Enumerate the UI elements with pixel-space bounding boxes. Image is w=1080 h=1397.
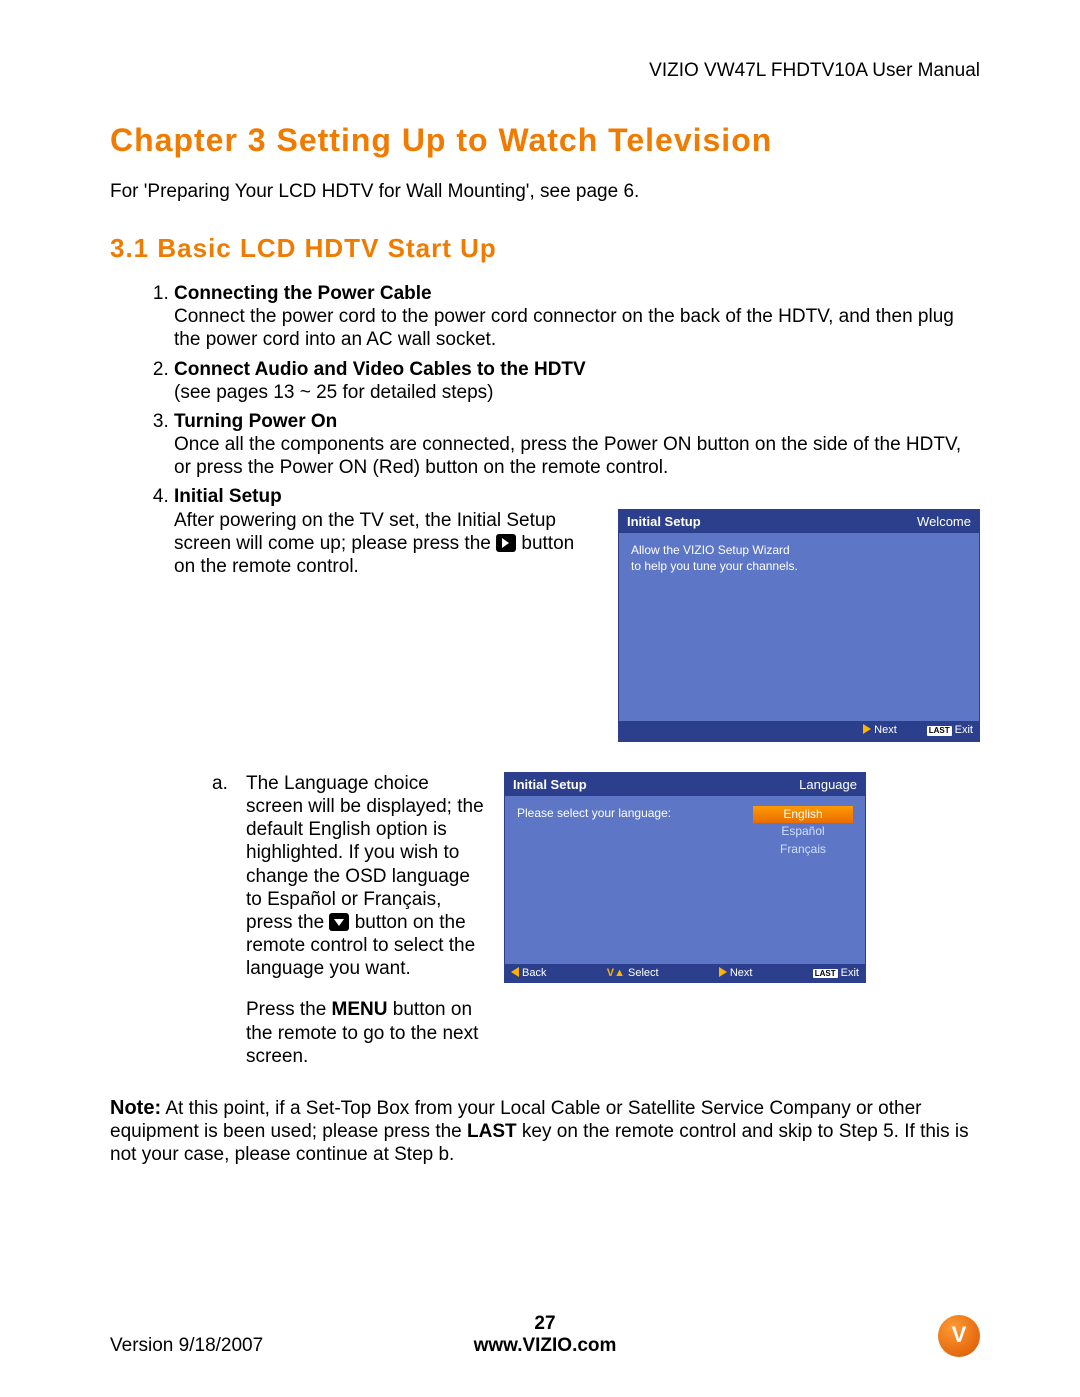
osd-language-title: Initial Setup — [513, 777, 587, 792]
down-arrow-icon — [329, 913, 349, 931]
step-2-title: Connect Audio and Video Cables to the HD… — [174, 359, 586, 380]
substep-a-label: a. — [212, 772, 228, 795]
osd-next-button[interactable]: Next — [863, 724, 897, 737]
osd-language-header: Initial Setup Language — [505, 773, 865, 796]
step-1-title: Connecting the Power Cable — [174, 283, 432, 304]
osd-exit-button[interactable]: LASTExit — [927, 724, 973, 737]
select-icon: V▲ — [607, 967, 625, 979]
step-3-title: Turning Power On — [174, 411, 337, 432]
osd-next-label-2: Next — [730, 967, 753, 979]
step-1: Connecting the Power Cable Connect the p… — [174, 282, 980, 352]
language-option-francais[interactable]: Français — [753, 841, 853, 859]
substep-a-p2a: Press the — [246, 999, 332, 1020]
osd-next-label: Next — [874, 724, 897, 736]
osd-exit-label-2: Exit — [841, 967, 859, 979]
last-key-label: LAST — [467, 1121, 517, 1142]
substep-a-p1a: The Language choice screen will be displ… — [246, 773, 484, 933]
note-paragraph: Note: At this point, if a Set-Top Box fr… — [110, 1096, 980, 1167]
step-2-body: (see pages 13 ~ 25 for detailed steps) — [174, 382, 494, 403]
osd-select-label: Select — [628, 967, 659, 979]
step-3: Turning Power On Once all the components… — [174, 410, 980, 480]
menu-key-label: MENU — [332, 999, 388, 1020]
osd-back-label: Back — [522, 967, 546, 979]
section-title: 3.1 Basic LCD HDTV Start Up — [110, 233, 980, 264]
language-option-english[interactable]: English — [753, 806, 853, 824]
last-badge-icon-2: LAST — [813, 969, 838, 978]
back-icon — [511, 967, 519, 977]
osd-welcome-title: Initial Setup — [627, 514, 701, 530]
osd-exit-label: Exit — [955, 724, 973, 736]
osd-back-button[interactable]: Back — [511, 967, 546, 979]
vizio-logo-icon — [938, 1315, 980, 1357]
osd-language-body: Please select your language: English Esp… — [505, 796, 865, 964]
note-label: Note: — [110, 1097, 161, 1119]
step-3-body: Once all the components are connected, p… — [174, 434, 961, 478]
osd-welcome-screen: Initial Setup Welcome Allow the VIZIO Se… — [618, 509, 980, 742]
osd-language-right: Language — [799, 777, 857, 792]
last-badge-icon: LAST — [927, 726, 952, 736]
osd-language-options: English Español Français — [753, 806, 853, 956]
osd-language-footer: Back V▲Select Next LASTExit — [505, 964, 865, 982]
osd-welcome-line2: to help you tune your channels. — [631, 559, 967, 575]
osd-language-screen: Initial Setup Language Please select you… — [504, 772, 866, 983]
footer-page: 27 — [534, 1313, 555, 1334]
language-option-espanol[interactable]: Español — [753, 823, 853, 841]
osd-welcome-right: Welcome — [917, 514, 971, 530]
page-footer: Version 9/18/2007 27 www.VIZIO.com — [110, 1315, 980, 1357]
play-icon-2 — [719, 967, 727, 977]
manual-page: VIZIO VW47L FHDTV10A User Manual Chapter… — [0, 0, 1080, 1397]
osd-language-prompt: Please select your language: — [517, 806, 743, 956]
footer-center: 27 www.VIZIO.com — [110, 1313, 980, 1357]
chapter-title: Chapter 3 Setting Up to Watch Television — [110, 122, 980, 159]
osd-welcome-line1: Allow the VIZIO Setup Wizard — [631, 543, 967, 559]
play-right-icon — [496, 534, 516, 552]
substep-a-row: a. The Language choice screen will be di… — [110, 772, 980, 1068]
step-1-body: Connect the power cord to the power cord… — [174, 306, 954, 350]
osd-welcome-header: Initial Setup Welcome — [619, 510, 979, 534]
osd-welcome-footer: Next LASTExit — [619, 721, 979, 740]
osd-exit-button-2[interactable]: LASTExit — [813, 967, 859, 979]
osd-next-button-2[interactable]: Next — [719, 967, 753, 979]
step-4-title: Initial Setup — [174, 486, 282, 507]
osd-select-button[interactable]: V▲Select — [607, 967, 659, 979]
play-icon — [863, 724, 871, 734]
step-4: Initial Setup After powering on the TV s… — [174, 485, 980, 741]
step-2: Connect Audio and Video Cables to the HD… — [174, 358, 980, 404]
intro-paragraph: For 'Preparing Your LCD HDTV for Wall Mo… — [110, 181, 980, 203]
document-header: VIZIO VW47L FHDTV10A User Manual — [110, 60, 980, 82]
substep-a-text: a. The Language choice screen will be di… — [174, 772, 484, 1068]
step-4-body: After powering on the TV set, the Initia… — [174, 509, 598, 579]
footer-url: www.VIZIO.com — [474, 1335, 617, 1356]
startup-steps-list: Connecting the Power Cable Connect the p… — [110, 282, 980, 742]
osd-welcome-body: Allow the VIZIO Setup Wizard to help you… — [619, 533, 979, 721]
